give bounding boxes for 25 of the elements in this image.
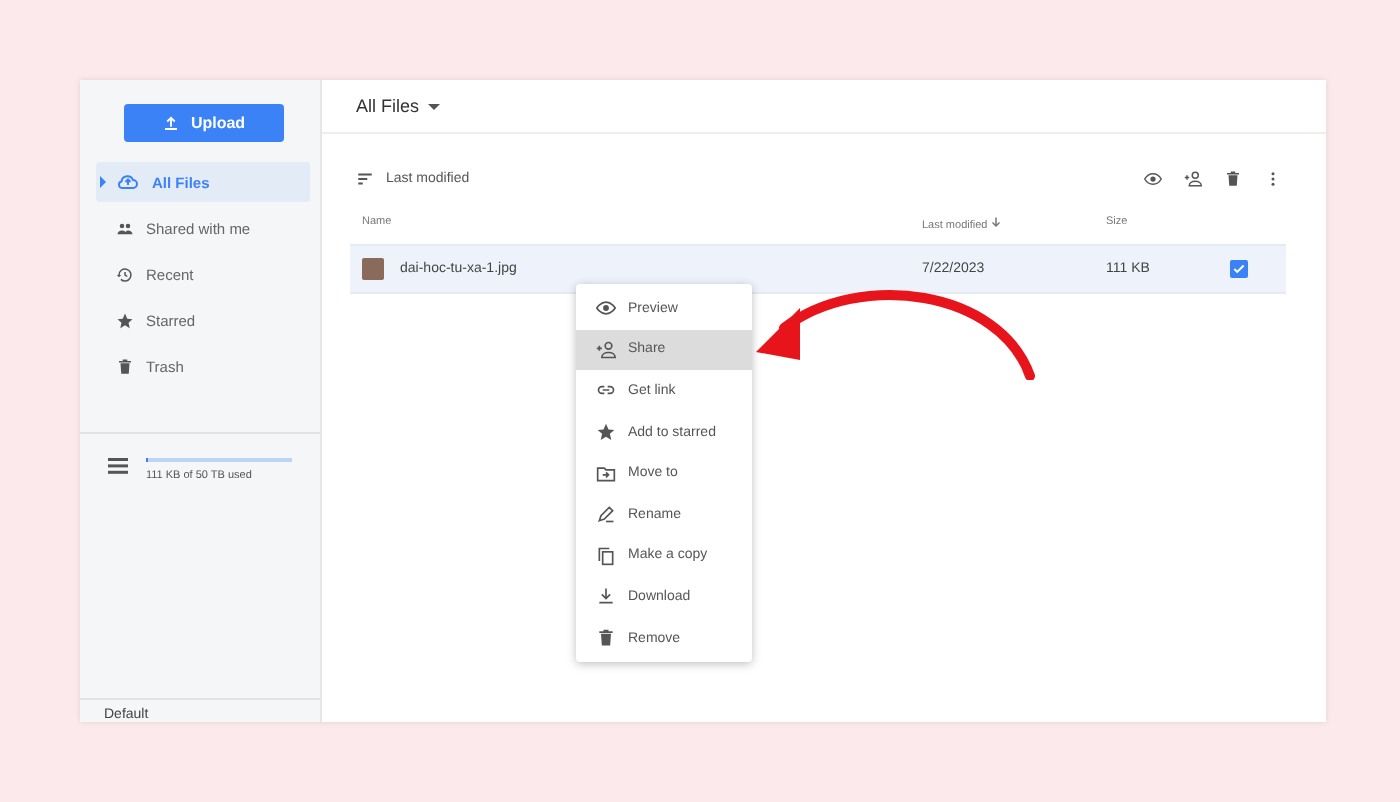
star-icon bbox=[116, 311, 134, 329]
download-icon bbox=[596, 586, 616, 607]
trash-icon bbox=[596, 628, 616, 649]
copy-icon bbox=[596, 545, 616, 566]
star-icon bbox=[596, 422, 616, 443]
add-person-icon bbox=[596, 339, 616, 360]
add-person-icon bbox=[1184, 169, 1202, 187]
trash-icon bbox=[116, 357, 134, 375]
upload-button[interactable]: Upload bbox=[124, 104, 284, 142]
row-checkbox[interactable] bbox=[1230, 260, 1248, 278]
history-icon bbox=[116, 265, 134, 283]
trash-icon bbox=[1224, 169, 1242, 187]
sort-arrow-icon bbox=[990, 216, 1003, 228]
sort-icon[interactable] bbox=[356, 169, 374, 187]
image-thumbnail bbox=[362, 258, 384, 280]
page-title[interactable]: All Files bbox=[356, 96, 420, 116]
people-icon bbox=[116, 219, 134, 237]
upload-icon bbox=[162, 114, 181, 132]
folder-icon bbox=[596, 463, 616, 484]
dropdown-caret-icon[interactable] bbox=[427, 103, 440, 109]
eye-icon bbox=[596, 298, 616, 319]
storage-icon bbox=[108, 458, 128, 474]
eye-icon bbox=[1144, 169, 1162, 187]
cloud-icon bbox=[116, 170, 140, 194]
pencil-icon bbox=[596, 504, 616, 525]
